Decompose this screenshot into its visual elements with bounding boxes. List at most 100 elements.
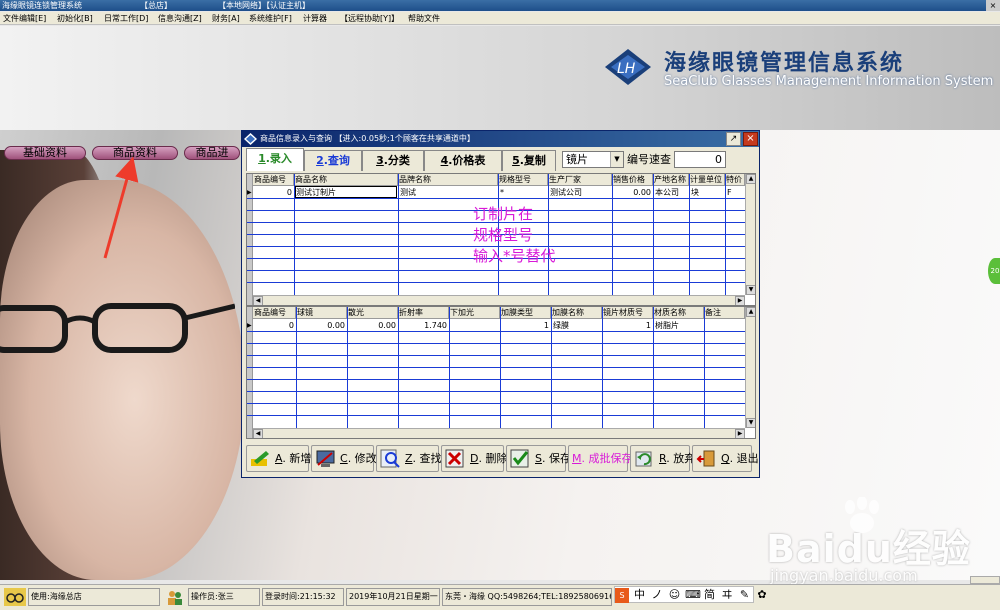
menu-calculator[interactable]: 计算器 [303,13,327,24]
col-header-material-name[interactable]: 材质名称 [653,307,704,319]
goods-info-dialog: 商品信息录入与查询 【进入:0.05秒;1个顾客在共享通道中】 ↗ × 1.录入… [241,130,760,478]
vertical-scrollbar[interactable]: ▲ ▼ [745,174,755,295]
col-header-brand[interactable]: 品牌名称 [398,174,498,186]
svg-text:LH: LH [617,61,636,77]
module-goods-data-button[interactable]: 商品资料 [92,146,178,160]
module-goods-purchase-button[interactable]: 商品进 [184,146,240,160]
ime-keyboard-icon[interactable]: ⌨ [685,587,701,602]
table-cell[interactable]: 1 [604,320,651,331]
module-basic-data-button[interactable]: 基础资料 [4,146,86,160]
col-header-maker[interactable]: 生产厂家 [548,174,612,186]
ime-tool-icon[interactable]: ヰ [720,587,734,602]
delete-icon [445,449,464,468]
dialog-logo-icon [244,133,257,145]
col-header-name[interactable]: 商品名称 [294,174,398,186]
discard-button[interactable]: R. 放弃 [630,445,695,472]
edit-monitor-icon [316,450,335,467]
table-cell[interactable]: 1.740 [400,320,447,331]
menu-remote-help[interactable]: 【远程协助[Y]】 [340,13,399,24]
table-cell-editing[interactable]: 测试订制片 [295,186,397,198]
col-header-remark[interactable]: 备注 [704,307,745,319]
tab-query[interactable]: 2.查询 [304,150,362,171]
horizontal-scrollbar[interactable]: ◀ ▶ [253,428,745,438]
tab-price-list[interactable]: 4.价格表 [424,150,502,171]
save-button[interactable]: S. 保存 [506,445,571,472]
ime-pen-icon[interactable]: ✎ [738,587,752,602]
menu-bar: 文件编辑[E] 初始化[B] 日常工作[D] 信息沟通[Z] 财务[A] 系统维… [0,12,1000,25]
minimized-window[interactable] [970,576,1000,584]
code-search-input[interactable]: 0 [674,151,726,168]
ime-logo-icon[interactable]: S [615,588,629,603]
table-cell[interactable]: 0.00 [349,320,396,331]
dialog-close-button[interactable]: × [743,132,758,146]
status-contact: 东莞・海缘 QQ:5498264;TEL:18925806916,07 [442,588,612,606]
col-header-origin[interactable]: 产地名称 [653,174,689,186]
menu-daily[interactable]: 日常工作[D] [104,13,148,24]
brand-name-cn: 海缘眼镜管理信息系统 [664,50,905,76]
col-header-code[interactable]: 商品编号 [253,174,294,186]
menu-message[interactable]: 信息沟通[Z] [158,13,202,24]
code-search-label: 编号速查 [627,153,671,166]
network-tag: 【本地网络】【认证主机】 [218,1,310,10]
table-cell[interactable]: 0.00 [613,187,651,198]
menu-init[interactable]: 初始化[B] [57,13,93,24]
delete-button[interactable]: D. 删除 [441,445,507,472]
dialog-maximize-button[interactable]: ↗ [726,132,741,146]
row-indicator-icon: ▶ [247,322,252,329]
table-cell[interactable]: 块 [691,187,724,198]
batch-save-button[interactable]: M. 成批保存 [568,445,633,472]
add-button[interactable]: A. 新增 [246,445,311,472]
table-cell[interactable]: 测试公司 [550,187,610,198]
col-header-coating-type[interactable]: 加膜类型 [500,307,551,319]
table-cell[interactable]: * [500,187,546,198]
table-cell[interactable]: 0 [254,320,294,331]
glasses-graphic-icon [0,303,235,353]
ime-chinese-mode[interactable]: 中 [633,587,647,602]
table-cell[interactable]: F [727,187,744,198]
chevron-down-icon[interactable]: ▼ [610,152,623,167]
col-header-special[interactable]: 特价 [725,174,745,186]
lens-params-grid[interactable]: 商品编号 球镜 散光 折射率 下加光 加膜类型 加膜名称 镜片材质号 材质名称 … [246,306,756,439]
col-header-spec[interactable]: 规格型号 [498,174,548,186]
tab-category[interactable]: 3.分类 [362,150,424,171]
menu-file[interactable]: 文件编辑[E] [3,13,46,24]
ime-moon-icon[interactable]: ノ [650,587,664,602]
col-header-code[interactable]: 商品编号 [253,307,296,319]
table-cell[interactable]: 测试 [400,187,496,198]
window-close-button[interactable]: × [986,0,1000,11]
col-header-coating-name[interactable]: 加膜名称 [551,307,602,319]
col-header-price[interactable]: 销售价格 [612,174,653,186]
ime-settings-icon[interactable]: ✿ [755,587,769,602]
notification-bubble[interactable]: 20 [988,258,1000,284]
ime-simplified[interactable]: 简 [703,587,717,602]
status-login-time: 登录时间:21:15:32 [262,588,344,606]
col-header-sphere[interactable]: 球镜 [296,307,347,319]
undo-icon [635,451,652,467]
col-header-unit[interactable]: 计量单位 [689,174,725,186]
table-cell[interactable]: 树脂片 [655,320,702,331]
table-cell[interactable]: 1 [502,320,549,331]
col-header-material-no[interactable]: 镜片材质号 [602,307,653,319]
app-title-bar: 海缘眼镜连锁管理系统 【总店】 【本地网络】【认证主机】 × [0,0,1000,11]
menu-system[interactable]: 系统维护[F] [249,13,292,24]
table-cell[interactable]: 0.00 [298,320,345,331]
table-cell[interactable]: 绿膜 [553,320,600,331]
exit-button[interactable]: Q. 退出 [692,445,759,472]
table-cell[interactable]: 0 [254,187,292,198]
horizontal-scrollbar[interactable]: ◀ ▶ [253,295,745,305]
edit-button[interactable]: C. 修改 [311,445,377,472]
col-header-cylinder[interactable]: 散光 [347,307,398,319]
vertical-scrollbar[interactable]: ▲ ▼ [745,307,755,428]
find-button[interactable]: Z. 查找 [376,445,442,472]
add-pencil-icon [251,451,269,466]
col-header-index[interactable]: 折射率 [398,307,449,319]
tab-copy[interactable]: 5.复制 [502,150,556,171]
tab-entry[interactable]: 1.录入 [246,148,304,171]
ime-toolbar: S 中 ノ ☺ ⌨ 简 ヰ ✎ ✿ [614,586,767,603]
ime-emoji-icon[interactable]: ☺ [668,587,682,602]
company-logo-icon: LH [605,49,651,85]
menu-finance[interactable]: 财务[A] [212,13,240,24]
table-cell[interactable]: 本公司 [655,187,688,198]
col-header-add[interactable]: 下加光 [449,307,500,319]
menu-help[interactable]: 帮助文件 [408,13,440,24]
